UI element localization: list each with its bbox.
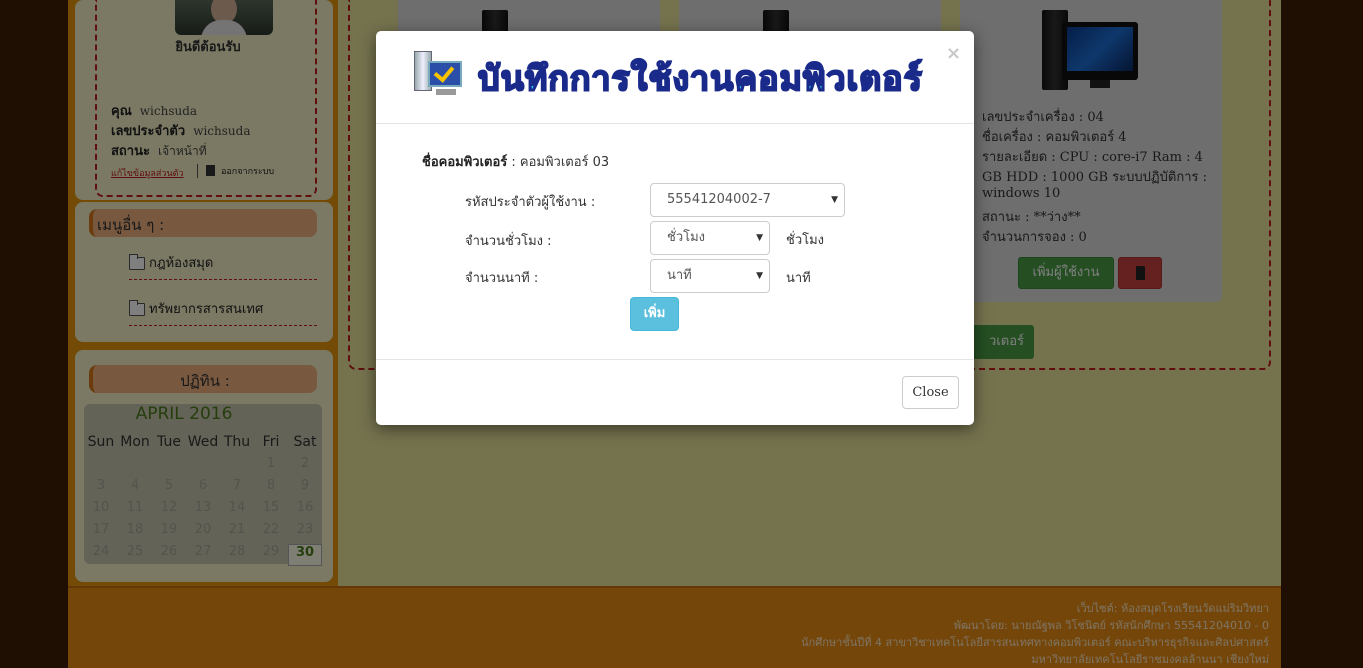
user-id-field-label: รหัสประจำตัวผู้ใช้งาน : bbox=[465, 195, 596, 210]
minutes-select-value: นาที bbox=[667, 268, 692, 283]
modal-title: บันทึกการใช้งานคอมพิวเตอร์ bbox=[477, 58, 923, 100]
chevron-down-icon: ▼ bbox=[756, 233, 763, 243]
close-button[interactable]: Close bbox=[902, 376, 959, 409]
hours-select[interactable]: ชั่วโมง ▼ bbox=[650, 221, 770, 255]
hours-unit: ชั่วโมง bbox=[786, 233, 825, 248]
user-id-select[interactable]: 55541204002-7 ▼ bbox=[650, 183, 845, 217]
minutes-select[interactable]: นาที ▼ bbox=[650, 259, 770, 293]
computer-checklist-icon bbox=[414, 51, 464, 97]
computer-name: ชื่อคอมพิวเตอร์ : คอมพิวเตอร์ 03 bbox=[422, 151, 609, 172]
computer-name-label: ชื่อคอมพิวเตอร์ bbox=[422, 155, 508, 170]
usage-record-modal: บันทึกการใช้งานคอมพิวเตอร์ × ชื่อคอมพิวเ… bbox=[376, 31, 974, 425]
close-icon[interactable]: × bbox=[946, 43, 961, 64]
user-id-select-value: 55541204002-7 bbox=[667, 192, 771, 207]
modal-footer: Close bbox=[376, 359, 974, 425]
modal-header: บันทึกการใช้งานคอมพิวเตอร์ × bbox=[376, 31, 974, 124]
computer-name-value: : คอมพิวเตอร์ 03 bbox=[511, 155, 610, 170]
add-button[interactable]: เพิ่ม bbox=[630, 297, 679, 331]
chevron-down-icon: ▼ bbox=[831, 195, 838, 205]
hours-field-label: จำนวนชั่วโมง : bbox=[465, 234, 552, 249]
chevron-down-icon: ▼ bbox=[756, 271, 763, 281]
hours-select-value: ชั่วโมง bbox=[667, 230, 706, 245]
minutes-unit: นาที bbox=[786, 271, 811, 286]
minutes-field-label: จำนวนนาที : bbox=[465, 271, 539, 286]
